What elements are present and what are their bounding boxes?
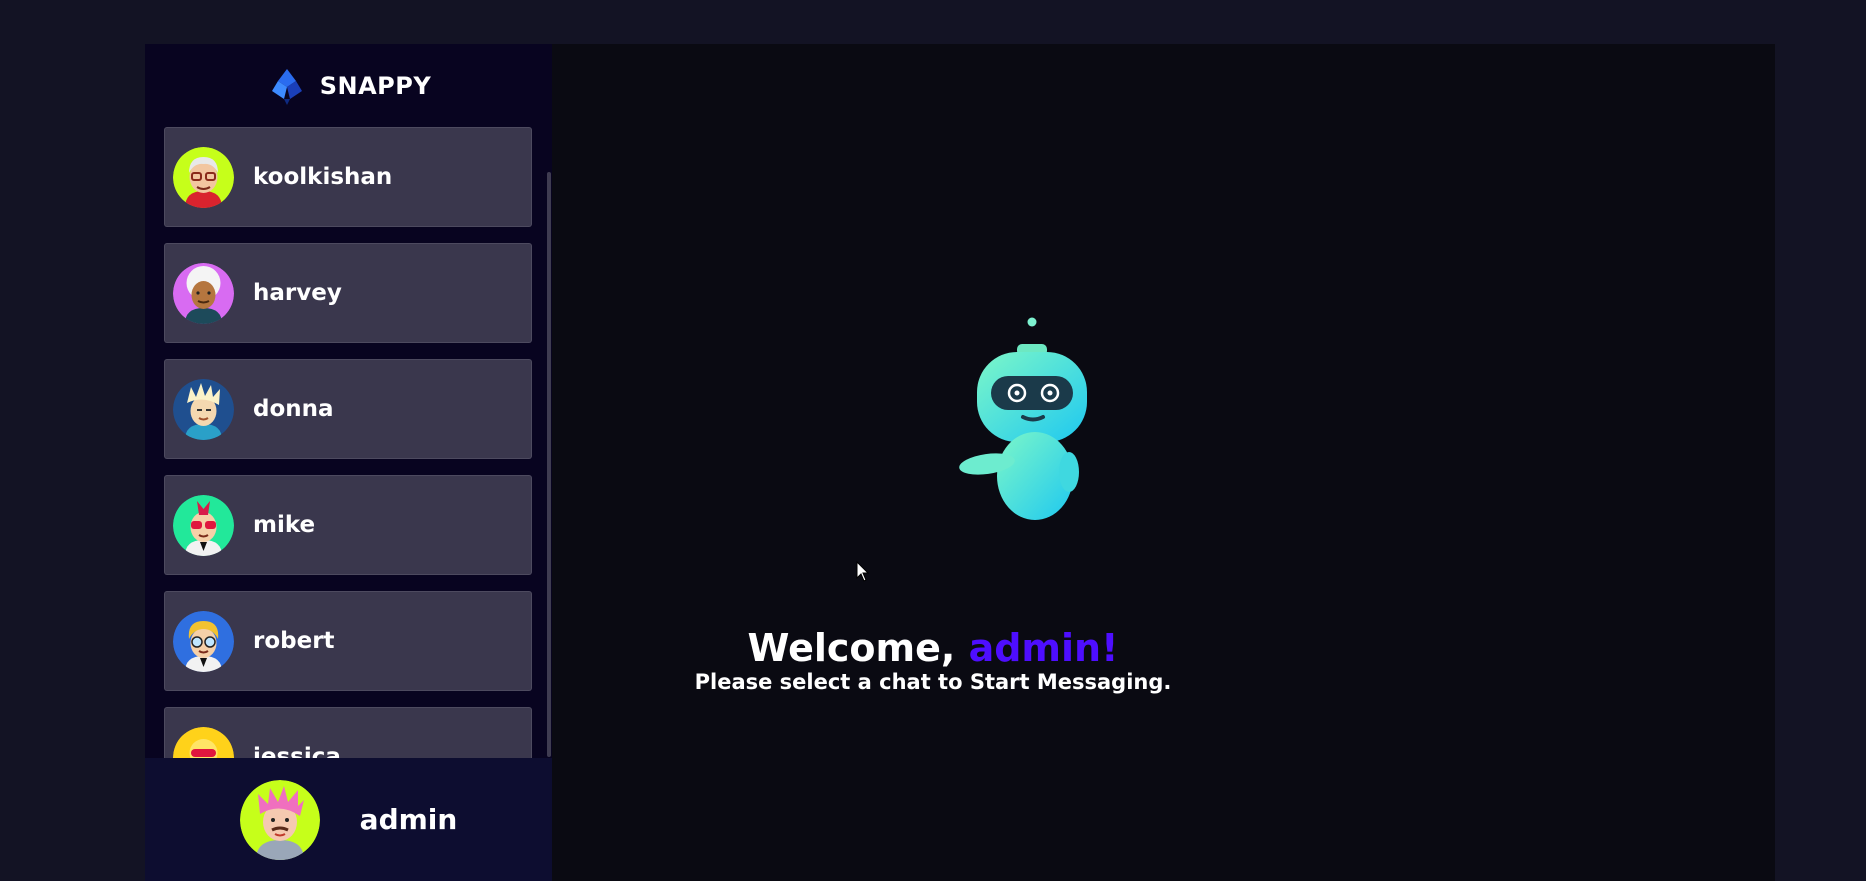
- contact-item-jessica[interactable]: jessica: [164, 707, 532, 758]
- chat-welcome-panel: [552, 44, 1775, 881]
- robot-icon: [959, 317, 1087, 520]
- brand-header: SNAPPY: [145, 44, 552, 127]
- avatar-white-hair-icon: [173, 262, 234, 324]
- contact-name: harvey: [253, 280, 342, 306]
- welcome-subtitle: Please select a chat to Start Messaging.: [694, 670, 1172, 694]
- current-user-panel: admin: [145, 758, 552, 881]
- contact-item-donna[interactable]: donna: [164, 359, 532, 459]
- contact-item-harvey[interactable]: harvey: [164, 243, 532, 343]
- welcome-heading: Welcome, admin!: [0, 626, 1866, 670]
- avatar-spiky-hair-icon: [173, 378, 234, 440]
- welcome-username: admin!: [968, 626, 1119, 670]
- avatar-red-glasses-icon: [173, 494, 234, 556]
- contact-name: koolkishan: [253, 164, 393, 190]
- contacts-sidebar: SNAPPY koolkishan harvey donna mike robe…: [145, 44, 552, 881]
- contact-name: jessica: [253, 744, 341, 758]
- contact-name: mike: [253, 512, 316, 538]
- mouse-cursor-icon: [856, 561, 870, 582]
- avatar-yellow-icon: [173, 726, 234, 758]
- snappy-logo-icon: [271, 68, 302, 105]
- contact-name: donna: [253, 396, 334, 422]
- contact-item-mike[interactable]: mike: [164, 475, 532, 575]
- brand-name: SNAPPY: [319, 71, 432, 100]
- avatar-glasses-icon: [173, 146, 234, 208]
- avatar-pink-hair-icon: [239, 779, 320, 860]
- contact-item-koolkishan[interactable]: koolkishan: [164, 127, 532, 227]
- current-user-name: admin: [359, 803, 458, 836]
- welcome-greeting: Welcome,: [747, 626, 969, 670]
